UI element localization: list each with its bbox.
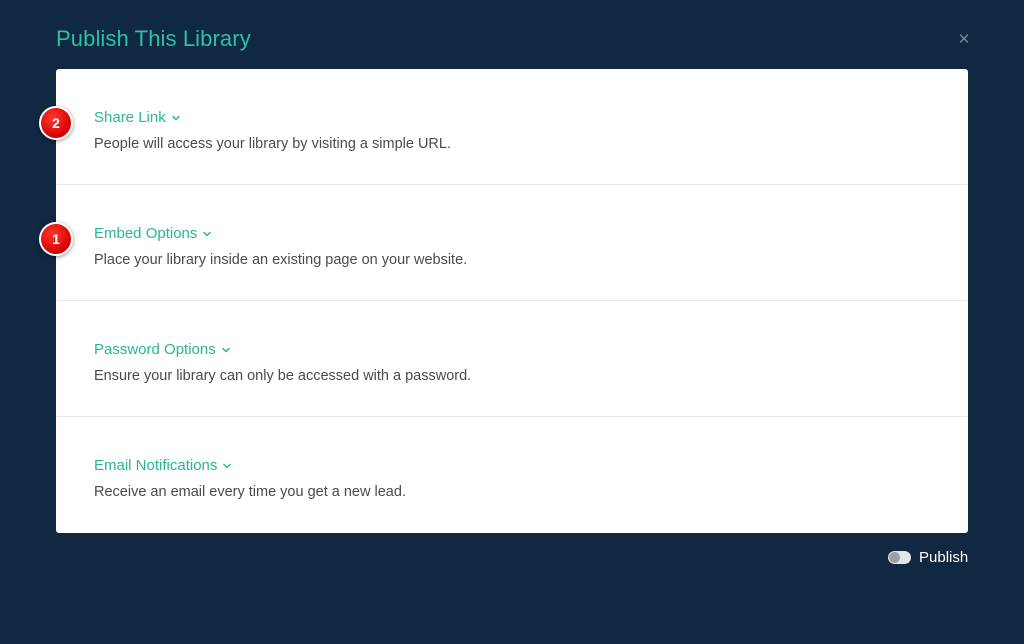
- section-password-options: Password Options Ensure your library can…: [56, 301, 968, 417]
- email-notifications-toggle[interactable]: Email Notifications: [94, 456, 232, 474]
- publish-label: Publish: [919, 549, 969, 566]
- publish-toggle[interactable]: Publish: [888, 549, 968, 566]
- section-email-notifications: Email Notifications Receive an email eve…: [56, 417, 968, 533]
- embed-options-toggle[interactable]: Embed Options: [94, 224, 212, 242]
- section-title-label: Password Options: [94, 340, 216, 358]
- section-title-label: Share Link: [94, 108, 166, 126]
- section-description: Place your library inside an existing pa…: [94, 251, 468, 268]
- section-description: People will access your library by visit…: [94, 135, 451, 152]
- chevron-down-icon: [171, 115, 180, 121]
- share-link-toggle[interactable]: Share Link: [94, 108, 181, 126]
- password-options-toggle[interactable]: Password Options: [94, 340, 231, 358]
- section-description: Receive an email every time you get a ne…: [94, 483, 406, 500]
- publish-options-panel: Share Link People will access your libra…: [56, 69, 968, 533]
- close-icon[interactable]: ✕: [956, 32, 972, 48]
- toggle-knob: [889, 552, 900, 563]
- chevron-down-icon: [203, 231, 212, 237]
- annotation-badge: 2: [39, 106, 73, 140]
- section-share-link: Share Link People will access your libra…: [56, 69, 968, 185]
- section-title-label: Embed Options: [94, 224, 198, 242]
- section-embed-options: Embed Options Place your library inside …: [56, 185, 968, 301]
- chevron-down-icon: [221, 347, 230, 353]
- toggle-switch[interactable]: [888, 551, 911, 564]
- section-description: Ensure your library can only be accessed…: [94, 367, 472, 384]
- chevron-down-icon: [223, 463, 232, 469]
- annotation-badge: 1: [39, 222, 73, 256]
- section-title-label: Email Notifications: [94, 456, 218, 474]
- modal-title: Publish This Library: [56, 26, 251, 51]
